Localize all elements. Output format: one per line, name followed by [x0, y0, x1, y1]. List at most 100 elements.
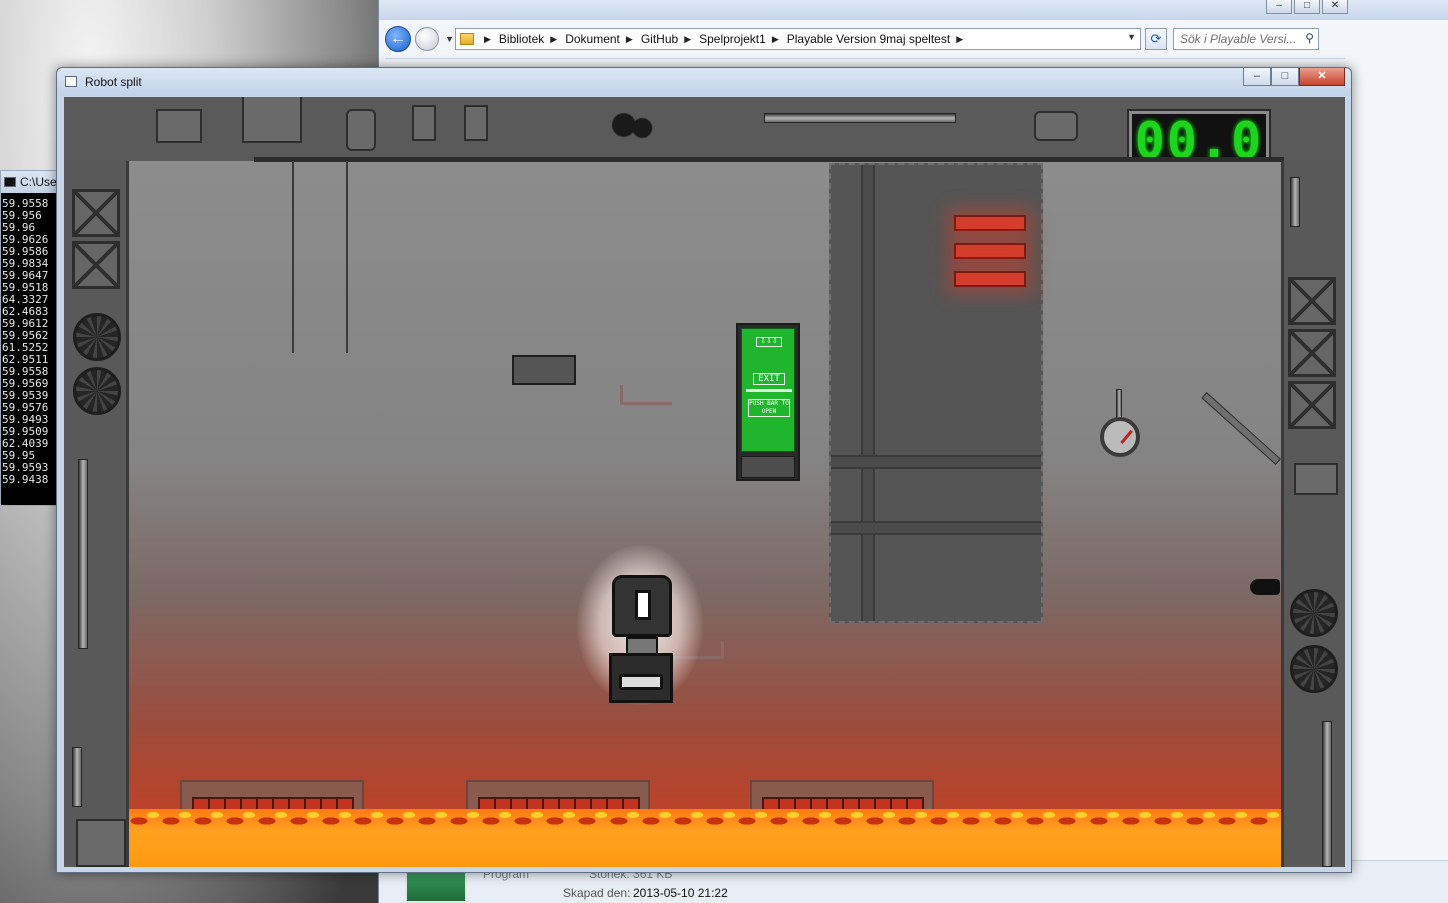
breadcrumb-item[interactable]: Playable Version 9maj speltest	[787, 32, 950, 46]
alarm-light	[954, 243, 1026, 259]
console-line: 59.9509	[2, 426, 49, 438]
address-dropdown-icon[interactable]: ▼	[1127, 32, 1136, 42]
hanging-wire	[346, 161, 348, 353]
pressure-gauge-icon	[1100, 417, 1140, 457]
scorch-mark-icon	[610, 113, 656, 143]
shaft-beam	[831, 521, 1041, 535]
exit-door[interactable]: ⇩⇩⇩ EXIT PUSH BAR TO OPEN	[736, 323, 800, 481]
wall-pipe	[1290, 177, 1300, 227]
history-dropdown-icon[interactable]: ▼	[445, 34, 454, 44]
enemy-bot-icon	[1250, 579, 1280, 595]
console-line: 59.9558	[2, 198, 49, 210]
console-line: 64.3327	[2, 294, 49, 306]
breadcrumb-separator-icon[interactable]: ▶	[772, 34, 779, 45]
search-input[interactable]: Sök i Playable Versi... ⚲	[1173, 28, 1319, 50]
created-value: 2013-05-10 21:22	[633, 886, 728, 900]
game-window[interactable]: Robot split ‒ □ ✕ 00.0 ⇩⇩⇩ EXIT PUSH BAR…	[56, 67, 1352, 873]
crate-icon	[72, 241, 120, 289]
breadcrumb-separator-icon[interactable]: ▶	[956, 34, 963, 45]
back-button[interactable]: ←	[385, 26, 411, 52]
vent-cover-icon	[1034, 111, 1078, 141]
console-line: 62.4683	[2, 306, 49, 318]
app-icon	[65, 76, 77, 87]
gauge-pipe	[1116, 389, 1122, 419]
explorer-nav-buttons: ← ▼	[385, 26, 454, 52]
breadcrumb: ▶ Bibliotek ▶ Dokument ▶ GitHub ▶ Spelpr…	[478, 32, 971, 46]
lava-floor	[129, 809, 1281, 867]
console-line: 59.9493	[2, 414, 49, 426]
forward-button[interactable]	[415, 27, 439, 51]
console-line: 59.956	[2, 210, 42, 222]
robot-plate	[619, 674, 663, 690]
breadcrumb-separator-icon[interactable]: ▶	[684, 34, 691, 45]
refresh-button[interactable]: ⟳	[1145, 28, 1167, 50]
right-wall	[1281, 161, 1345, 867]
folder-icon	[460, 33, 474, 45]
console-window[interactable]: C:\Use 59.9558 59.956 59.96 59.9626 59.9…	[0, 170, 58, 506]
wall-pipe	[72, 747, 82, 807]
explorer-maximize-button[interactable]: □	[1294, 0, 1320, 14]
file-thumbnail	[405, 869, 467, 903]
wall-panel-icon	[156, 109, 202, 143]
search-icon[interactable]: ⚲	[1305, 31, 1314, 45]
exit-arrows: ⇩⇩⇩	[756, 337, 782, 347]
console-title: C:\Use	[20, 175, 57, 189]
console-line: 59.9562	[2, 330, 49, 342]
wall-bracket	[620, 385, 672, 405]
game-window-titlebar[interactable]: Robot split ‒ □ ✕	[57, 68, 1351, 96]
explorer-close-button[interactable]: ✕	[1322, 0, 1348, 14]
hatch-icon	[242, 97, 302, 143]
switch-box-icon	[464, 105, 488, 141]
console-line: 59.96	[2, 222, 36, 234]
fan-icon	[73, 313, 121, 361]
shaft-beam	[831, 455, 1041, 469]
explorer-minimize-button[interactable]: ‒	[1266, 0, 1292, 14]
console-line: 59.9539	[2, 390, 49, 402]
breadcrumb-item[interactable]: Bibliotek	[499, 32, 544, 46]
close-button[interactable]: ✕	[1299, 68, 1345, 86]
console-line: 62.4039	[2, 438, 49, 450]
console-line: 59.9586	[2, 246, 49, 258]
minimize-button[interactable]: ‒	[1243, 68, 1271, 86]
exit-label: EXIT	[753, 373, 785, 385]
console-titlebar[interactable]: C:\Use	[1, 171, 57, 193]
ceiling-pipe	[764, 113, 956, 123]
ceiling-beam	[254, 157, 1284, 162]
explorer-window-controls: ‒ □ ✕	[1266, 0, 1348, 14]
breadcrumb-item[interactable]: Dokument	[565, 32, 620, 46]
created-label: Skapad den:	[563, 886, 631, 900]
lava-surface	[129, 809, 1281, 831]
maximize-button[interactable]: □	[1271, 68, 1299, 86]
console-output: 59.9558 59.956 59.96 59.9626 59.9586 59.…	[1, 193, 57, 486]
room-background	[129, 161, 1281, 867]
crate-icon	[72, 189, 120, 237]
crate-icon	[1288, 329, 1336, 377]
exit-door-panel: ⇩⇩⇩ EXIT PUSH BAR TO OPEN	[741, 328, 795, 452]
fan-icon	[1290, 645, 1338, 693]
console-line: 61.5252	[2, 342, 49, 354]
floor-hatch-icon	[76, 819, 126, 867]
player-robot-body	[609, 653, 673, 703]
console-line: 59.9834	[2, 258, 49, 270]
console-line: 59.9569	[2, 378, 49, 390]
console-line: 59.9558	[2, 366, 49, 378]
crate-icon	[1288, 381, 1336, 429]
breadcrumb-separator-icon[interactable]: ▶	[550, 34, 557, 45]
address-bar[interactable]: ▶ Bibliotek ▶ Dokument ▶ GitHub ▶ Spelpr…	[455, 28, 1141, 50]
push-bar	[746, 389, 792, 392]
elevator-shaft	[829, 163, 1043, 623]
breadcrumb-item[interactable]: Spelprojekt1	[699, 32, 766, 46]
breadcrumb-separator-icon[interactable]: ▶	[626, 34, 633, 45]
shaft-rail	[861, 165, 875, 621]
window-title: Robot split	[85, 75, 142, 89]
search-placeholder: Sök i Playable Versi...	[1180, 32, 1297, 46]
console-line: 59.9612	[2, 318, 49, 330]
console-line: 59.9626	[2, 234, 49, 246]
wall-panel-icon	[1294, 463, 1338, 495]
breadcrumb-item[interactable]: GitHub	[641, 32, 678, 46]
breadcrumb-separator-icon: ▶	[484, 33, 491, 44]
console-line: 59.9576	[2, 402, 49, 414]
console-line: 59.9438	[2, 474, 49, 486]
game-viewport[interactable]: 00.0 ⇩⇩⇩ EXIT PUSH BAR TO OPEN	[64, 97, 1345, 867]
lever-box-icon	[512, 355, 576, 385]
